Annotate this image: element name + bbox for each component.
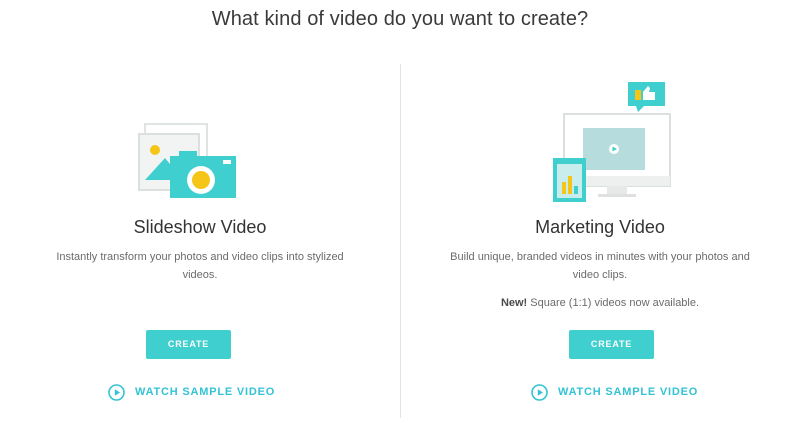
slideshow-title: Slideshow Video [133,217,267,237]
watch-sample-label: WATCH SAMPLE VIDEO [135,386,276,398]
photo-camera-icon [138,123,236,198]
slideshow-description: Instantly transform your photos and vide… [56,251,344,281]
marketing-create-button[interactable]: CREATE [569,330,654,359]
marketing-title: Marketing Video [535,217,665,237]
marketing-watch-sample-link[interactable]: WATCH SAMPLE VIDEO [531,383,698,401]
marketing-card: Marketing Video Build unique, branded vi… [400,0,800,423]
play-circle-icon [531,383,548,401]
monitor-video-icon [553,82,671,202]
marketing-new-note: New! Square (1:1) videos now available. [400,297,800,309]
new-note-text: Square (1:1) videos now available. [530,297,700,309]
play-circle-icon [108,383,125,401]
slideshow-watch-sample-link[interactable]: WATCH SAMPLE VIDEO [108,383,275,401]
slideshow-create-button[interactable]: CREATE [146,330,231,359]
new-badge: New! [500,297,528,309]
marketing-description: Build unique, branded videos in minutes … [450,251,750,281]
slideshow-card: Slideshow Video Instantly transform your… [0,0,400,423]
watch-sample-label: WATCH SAMPLE VIDEO [558,386,699,398]
